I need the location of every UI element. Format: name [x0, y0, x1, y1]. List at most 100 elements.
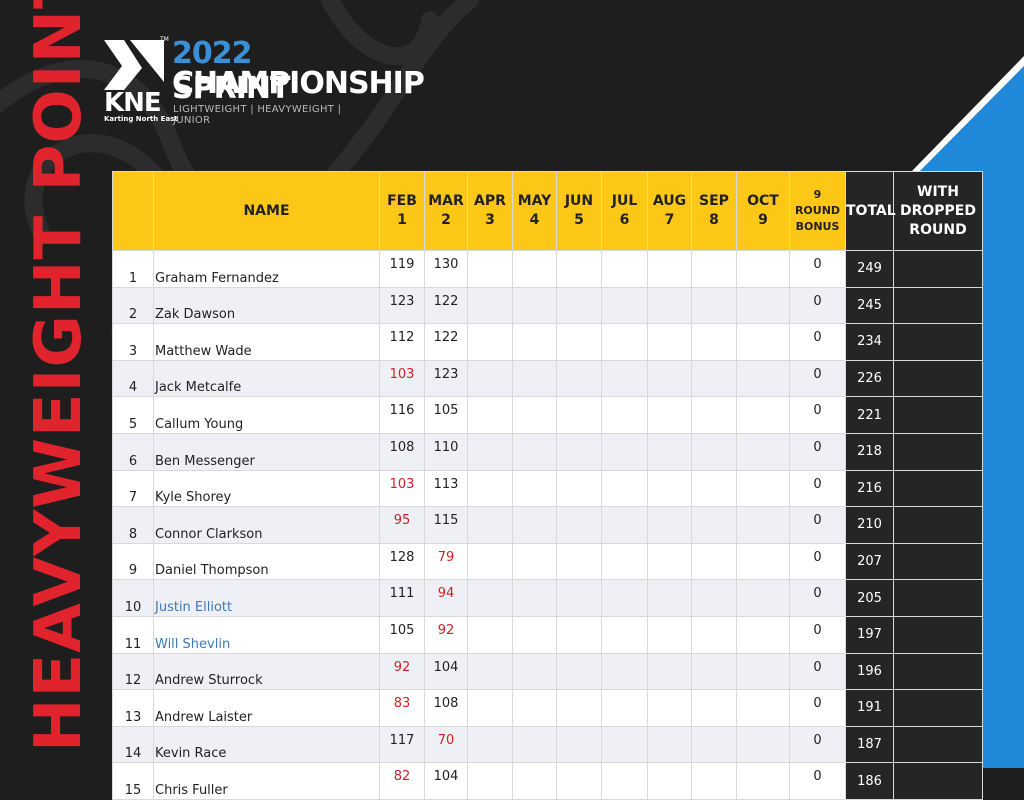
round-7-points-cell — [647, 542, 692, 581]
driver-name-cell: Kevin Race — [153, 725, 380, 764]
bonus-cell: 0 — [789, 469, 846, 508]
round-5-points-cell — [556, 762, 602, 800]
round-7-points-cell — [647, 689, 692, 727]
round-6-points-cell — [601, 469, 648, 508]
total-cell: 249 — [845, 250, 894, 288]
header-round-8: SEP 8 — [691, 171, 737, 251]
round-6-points-cell — [601, 615, 648, 654]
position-cell: 4 — [112, 359, 154, 398]
total-cell: 191 — [845, 689, 894, 727]
round-4-points-cell — [512, 286, 557, 325]
table-row: 13 Andrew Laister 83 108 0 191 — [112, 689, 983, 727]
header-round-2: MAR 2 — [424, 171, 468, 251]
round-3-points-cell — [467, 542, 513, 581]
position-cell: 15 — [112, 762, 154, 800]
total-cell: 216 — [845, 469, 894, 508]
round-6-points-cell — [601, 542, 648, 581]
round-2-points-cell: 92 — [424, 615, 468, 654]
round-6-points-cell — [601, 323, 648, 361]
logo-tagline: Karting North East — [104, 115, 178, 123]
round-7-points-cell — [647, 432, 692, 471]
round-2-points-cell: 110 — [424, 432, 468, 471]
round-7-points-cell — [647, 506, 692, 544]
round-2-points-cell: 105 — [424, 396, 468, 434]
round-2-points-cell: 94 — [424, 579, 468, 617]
bonus-cell: 0 — [789, 615, 846, 654]
round-9-points-cell — [736, 469, 790, 508]
round-4-points-cell — [512, 725, 557, 764]
dropped-round-total-cell — [893, 542, 983, 581]
bonus-cell: 0 — [789, 286, 846, 325]
round-4-points-cell — [512, 652, 557, 691]
position-cell: 3 — [112, 323, 154, 361]
round-2-points-cell: 104 — [424, 652, 468, 691]
position-cell: 5 — [112, 396, 154, 434]
round-8-points-cell — [691, 615, 737, 654]
total-cell: 196 — [845, 652, 894, 691]
dropped-round-total-cell — [893, 579, 983, 617]
round-8-points-cell — [691, 469, 737, 508]
dropped-round-total-cell — [893, 323, 983, 361]
dropped-round-total-cell — [893, 725, 983, 764]
round-5-points-cell — [556, 469, 602, 508]
round-3-points-cell — [467, 652, 513, 691]
driver-name-cell: Matthew Wade — [153, 323, 380, 361]
dropped-round-total-cell — [893, 506, 983, 544]
round-2-points-cell: 70 — [424, 725, 468, 764]
round-1-points-cell: 108 — [379, 432, 425, 471]
round-9-points-cell — [736, 250, 790, 288]
driver-name-cell: Justin Elliott — [153, 579, 380, 617]
position-cell: 8 — [112, 506, 154, 544]
total-cell: 245 — [845, 286, 894, 325]
standings-table-body: 1 Graham Fernandez 119 130 0 249 2 Zak Dawson 12… — [112, 250, 983, 800]
driver-name-cell: Jack Metcalfe — [153, 359, 380, 398]
header-name: NAME — [153, 171, 380, 251]
round-2-points-cell: 122 — [424, 286, 468, 325]
round-1-points-cell: 123 — [379, 286, 425, 325]
driver-name-cell: Connor Clarkson — [153, 506, 380, 544]
round-7-points-cell — [647, 725, 692, 764]
round-6-points-cell — [601, 652, 648, 691]
position-cell: 14 — [112, 725, 154, 764]
round-4-points-cell — [512, 762, 557, 800]
bonus-cell: 0 — [789, 432, 846, 471]
table-row: 8 Connor Clarkson 95 115 0 210 — [112, 506, 983, 544]
total-cell: 207 — [845, 542, 894, 581]
round-1-points-cell: 119 — [379, 250, 425, 288]
position-cell: 13 — [112, 689, 154, 727]
round-7-points-cell — [647, 323, 692, 361]
round-8-points-cell — [691, 689, 737, 727]
round-5-points-cell — [556, 615, 602, 654]
round-3-points-cell — [467, 762, 513, 800]
driver-name-cell: Daniel Thompson — [153, 542, 380, 581]
driver-name-cell: Ben Messenger — [153, 432, 380, 471]
total-cell: 221 — [845, 396, 894, 434]
position-cell: 7 — [112, 469, 154, 508]
round-5-points-cell — [556, 652, 602, 691]
round-5-points-cell — [556, 725, 602, 764]
table-row: 15 Chris Fuller 82 104 0 186 — [112, 762, 983, 800]
round-2-points-cell: 115 — [424, 506, 468, 544]
round-1-points-cell: 92 — [379, 652, 425, 691]
round-1-points-cell: 112 — [379, 323, 425, 361]
round-4-points-cell — [512, 469, 557, 508]
logo-kne-text: KNE — [104, 88, 162, 118]
round-6-points-cell — [601, 432, 648, 471]
round-2-points-cell: 108 — [424, 689, 468, 727]
round-3-points-cell — [467, 725, 513, 764]
round-5-points-cell — [556, 506, 602, 544]
standings-table: NAME FEB 1 MAR 2 APR 3 MAY 4 JUN 5 JUL 6 AUG 7 … — [112, 171, 983, 800]
round-5-points-cell — [556, 432, 602, 471]
round-4-points-cell — [512, 506, 557, 544]
round-7-points-cell — [647, 469, 692, 508]
round-1-points-cell: 117 — [379, 725, 425, 764]
total-cell: 187 — [845, 725, 894, 764]
round-1-points-cell: 83 — [379, 689, 425, 727]
dropped-round-total-cell — [893, 652, 983, 691]
driver-name-cell: Zak Dawson — [153, 286, 380, 325]
round-9-points-cell — [736, 506, 790, 544]
round-7-points-cell — [647, 652, 692, 691]
position-cell: 10 — [112, 579, 154, 617]
round-8-points-cell — [691, 286, 737, 325]
round-2-points-cell: 113 — [424, 469, 468, 508]
